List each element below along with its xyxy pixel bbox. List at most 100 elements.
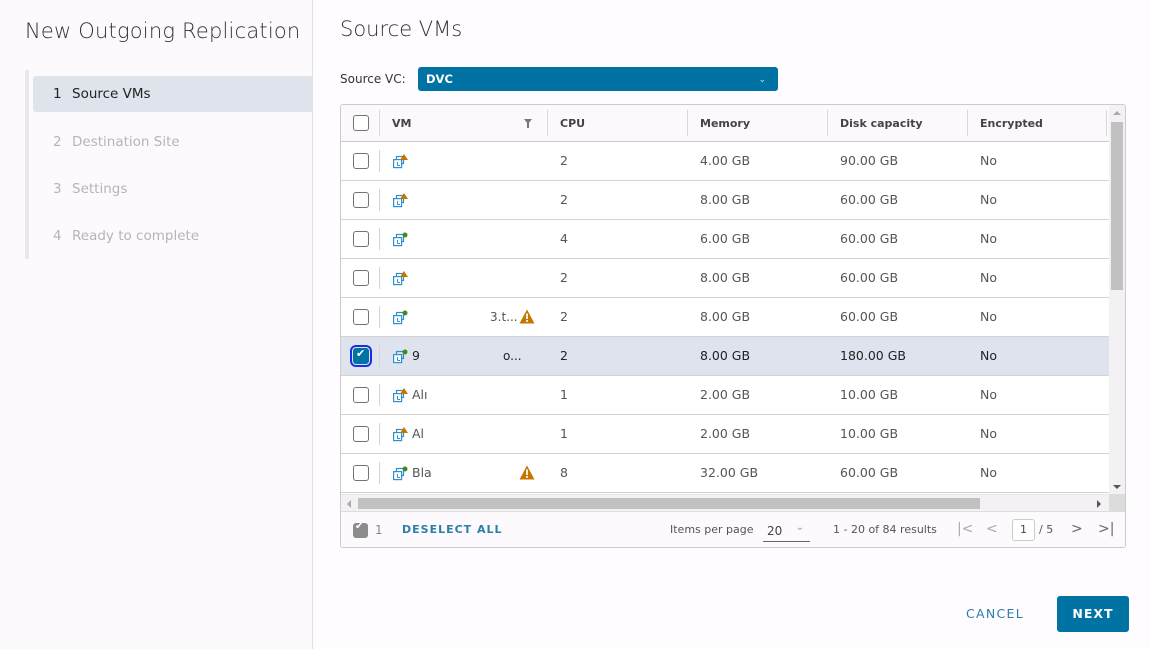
total-pages: / 5	[1039, 523, 1054, 536]
cpu-value: 1	[560, 387, 568, 402]
column-separator[interactable]	[827, 110, 828, 136]
memory-value: 2.00 GB	[700, 426, 751, 441]
disk-capacity-value: 90.00 GB	[840, 153, 899, 168]
row-checkbox[interactable]	[353, 231, 369, 247]
row-checkbox[interactable]	[353, 387, 369, 403]
vm-icon	[393, 154, 408, 169]
encrypted-value: No	[980, 153, 997, 168]
main-panel: Source VMs Source VC: DVC ⌄ VM CPU Memor…	[313, 0, 1150, 649]
items-per-page-select[interactable]: 20 ⌄	[763, 518, 810, 542]
row-checkbox[interactable]	[353, 270, 369, 286]
vm-name[interactable]: Al	[412, 415, 424, 453]
cpu-value: 4	[560, 231, 568, 246]
cpu-value: 2	[560, 192, 568, 207]
column-header-memory[interactable]: Memory	[700, 105, 750, 142]
memory-value: 4.00 GB	[700, 153, 751, 168]
scrollbar-thumb[interactable]	[1111, 122, 1123, 290]
row-checkbox[interactable]	[353, 192, 369, 208]
row-checkbox[interactable]	[353, 426, 369, 442]
vm-extra-text: o...	[503, 349, 522, 363]
table-row[interactable]: 2 4.00 GB 90.00 GB No	[341, 142, 1109, 181]
memory-value: 6.00 GB	[700, 231, 751, 246]
memory-value: 2.00 GB	[700, 387, 751, 402]
scroll-down-icon[interactable]	[1113, 485, 1121, 489]
scroll-left-icon[interactable]	[347, 500, 351, 508]
current-page-input[interactable]: 1	[1012, 519, 1035, 541]
memory-value: 8.00 GB	[700, 192, 751, 207]
column-separator[interactable]	[547, 110, 548, 136]
vm-icon	[393, 193, 408, 208]
encrypted-value: No	[980, 192, 997, 207]
source-vc-select[interactable]: DVC ⌄	[418, 67, 778, 91]
table-row[interactable]: 4 6.00 GB 60.00 GB No	[341, 220, 1109, 259]
next-page-icon[interactable]: >	[1071, 520, 1083, 538]
column-separator[interactable]	[687, 110, 688, 136]
step-settings: 3 Settings	[33, 165, 313, 212]
previous-page-icon[interactable]: <	[986, 520, 998, 538]
filter-icon[interactable]	[524, 119, 532, 128]
memory-value: 8.00 GB	[700, 270, 751, 285]
column-header-disk-capacity[interactable]: Disk capacity	[840, 105, 923, 142]
select-all-checkbox[interactable]	[353, 115, 369, 131]
next-button[interactable]: NEXT	[1057, 596, 1129, 632]
last-page-icon[interactable]: >|	[1098, 520, 1114, 538]
vm-name[interactable]: 9	[412, 337, 420, 375]
step-label: Source VMs	[72, 86, 151, 102]
column-header-cpu[interactable]: CPU	[560, 105, 585, 142]
table-row[interactable]: 3.t... 2 8.00 GB 60.00 GB No	[341, 298, 1109, 337]
encrypted-value: No	[980, 387, 997, 402]
deselect-all-button[interactable]: DESELECT ALL	[402, 523, 503, 536]
table-row[interactable]: 2 8.00 GB 60.00 GB No	[341, 259, 1109, 298]
column-header-vm[interactable]: VM	[392, 105, 411, 142]
column-separator[interactable]	[967, 110, 968, 136]
vm-icon	[393, 310, 408, 325]
encrypted-value: No	[980, 348, 997, 363]
selected-count: 1	[375, 523, 383, 537]
disk-capacity-value: 60.00 GB	[840, 465, 899, 480]
column-separator	[379, 306, 380, 328]
table-row[interactable]: 9 o... 2 8.00 GB 180.00 GB No	[341, 337, 1109, 376]
step-destination-site: 2 Destination Site	[33, 118, 313, 165]
disk-capacity-value: 60.00 GB	[840, 309, 899, 324]
vm-icon	[393, 271, 408, 286]
vm-icon	[393, 388, 408, 403]
scroll-right-icon[interactable]	[1097, 500, 1101, 508]
column-header-encrypted[interactable]: Encrypted	[980, 105, 1043, 142]
memory-value: 8.00 GB	[700, 309, 751, 324]
source-vc-value: DVC	[426, 72, 453, 86]
step-source-vms[interactable]: 1 Source VMs	[33, 76, 313, 112]
step-ready-to-complete: 4 Ready to complete	[33, 212, 313, 259]
vm-name[interactable]: Alı	[412, 376, 428, 414]
row-checkbox[interactable]	[353, 153, 369, 169]
column-separator	[379, 462, 380, 484]
column-separator	[379, 189, 380, 211]
table-row[interactable]: Bla 8 32.00 GB 60.00 GB No	[341, 454, 1109, 493]
source-vc-label: Source VC:	[340, 72, 406, 86]
vertical-scrollbar[interactable]	[1109, 105, 1125, 494]
scroll-up-icon[interactable]	[1113, 111, 1121, 115]
column-separator	[379, 384, 380, 406]
table-row[interactable]: 2 8.00 GB 60.00 GB No	[341, 181, 1109, 220]
vm-extra-text: 3.t...	[490, 310, 518, 324]
table-row[interactable]: Alı 1 2.00 GB 10.00 GB No	[341, 376, 1109, 415]
table-row[interactable]: Al 1 2.00 GB 10.00 GB No	[341, 415, 1109, 454]
row-checkbox[interactable]	[350, 345, 372, 367]
first-page-icon[interactable]: |<	[957, 520, 973, 538]
chevron-down-icon: ⌄	[795, 522, 804, 533]
vm-icon	[393, 232, 408, 247]
step-number: 3	[53, 180, 62, 197]
encrypted-value: No	[980, 270, 997, 285]
datagrid-footer: 1 DESELECT ALL Items per page 20 ⌄ 1 - 2…	[341, 511, 1125, 547]
cancel-button[interactable]: CANCEL	[966, 606, 1024, 621]
scrollbar-thumb[interactable]	[358, 498, 980, 509]
results-range: 1 - 20 of 84 results	[833, 523, 937, 536]
row-checkbox[interactable]	[353, 309, 369, 325]
row-checkbox[interactable]	[353, 465, 369, 481]
column-separator[interactable]	[1106, 110, 1107, 136]
horizontal-scrollbar[interactable]	[341, 494, 1109, 511]
disk-capacity-value: 10.00 GB	[840, 426, 899, 441]
vm-name[interactable]: Bla	[412, 454, 432, 492]
wizard-sidebar: New Outgoing Replication 1 Source VMs 2 …	[0, 0, 313, 649]
disk-capacity-value: 60.00 GB	[840, 192, 899, 207]
cpu-value: 2	[560, 153, 568, 168]
